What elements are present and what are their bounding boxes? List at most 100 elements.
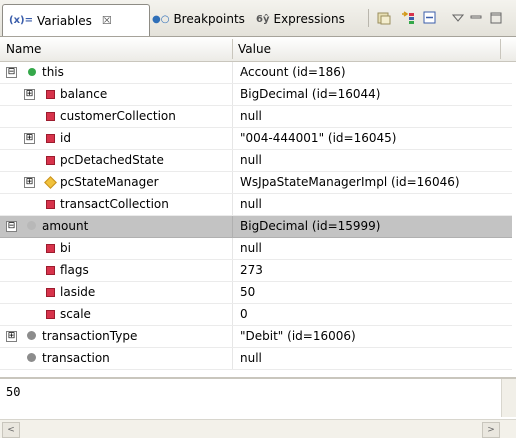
variable-value: null <box>240 241 262 255</box>
variable-name: amount <box>42 219 89 233</box>
detail-pane[interactable]: 50 <box>0 377 516 419</box>
variable-value: null <box>240 109 262 123</box>
column-divider[interactable] <box>232 39 233 59</box>
table-row[interactable]: ⊞ transactionType "Debit" (id=16006) <box>0 326 512 348</box>
column-header-name[interactable]: Name <box>6 42 41 56</box>
collapse-toggle-icon[interactable]: ⊟ <box>6 221 17 232</box>
variable-value: 273 <box>240 263 263 277</box>
expand-toggle-icon[interactable]: ⊞ <box>24 177 35 188</box>
collapse-toggle-icon[interactable]: ⊟ <box>6 67 17 78</box>
maximize-icon[interactable] <box>488 10 504 26</box>
variable-value: WsJpaStateManagerImpl (id=16046) <box>240 175 460 189</box>
local-variable-icon <box>27 331 36 340</box>
tab-breakpoints[interactable]: ●○ Breakpoints <box>152 4 245 34</box>
variable-name: this <box>42 65 64 79</box>
variable-name: transactCollection <box>60 197 169 211</box>
minimize-icon[interactable] <box>468 10 484 26</box>
horizontal-scrollbar[interactable]: < > <box>0 419 516 438</box>
table-row[interactable]: bi null <box>0 238 512 260</box>
tab-variables[interactable]: (x)= Variables ☒ <box>2 4 150 36</box>
variable-name: id <box>60 131 71 145</box>
variable-name: scale <box>60 307 91 321</box>
close-icon[interactable]: ☒ <box>102 14 112 27</box>
variable-name: flags <box>60 263 89 277</box>
expand-toggle-icon[interactable]: ⊞ <box>6 331 17 342</box>
variable-name: pcDetachedState <box>60 153 164 167</box>
table-row[interactable]: scale 0 <box>0 304 512 326</box>
column-divider <box>232 172 233 193</box>
variable-name: balance <box>60 87 108 101</box>
variable-name: pcStateManager <box>60 175 159 189</box>
table-row[interactable]: ⊞ id "004-444001" (id=16045) <box>0 128 512 150</box>
expressions-icon: 6ŷ <box>256 13 270 25</box>
collapse-all-icon[interactable] <box>422 10 438 26</box>
variable-name: transaction <box>42 351 110 365</box>
table-row-selected[interactable]: ⊟ amount BigDecimal (id=15999) <box>0 216 512 238</box>
field-icon <box>46 156 55 165</box>
field-icon <box>46 310 55 319</box>
column-divider <box>232 282 233 303</box>
variable-value: null <box>240 197 262 211</box>
expand-toggle-icon[interactable]: ⊞ <box>24 89 35 100</box>
variable-name: laside <box>60 285 96 299</box>
tab-expressions[interactable]: 6ŷ Expressions <box>256 4 345 34</box>
variable-value: 50 <box>240 285 256 299</box>
column-divider <box>232 62 233 83</box>
field-icon <box>46 288 55 297</box>
variable-value: Account (id=186) <box>240 65 346 79</box>
table-row[interactable]: transactCollection null <box>0 194 512 216</box>
scroll-left-arrow-icon[interactable]: < <box>2 422 20 438</box>
show-logical-structure-icon[interactable] <box>400 10 416 26</box>
breakpoints-icon: ●○ <box>152 13 170 25</box>
column-header-value[interactable]: Value <box>238 42 271 56</box>
detail-vertical-scrollbar[interactable] <box>501 379 516 417</box>
expand-toggle-icon[interactable]: ⊞ <box>24 133 35 144</box>
view-menu-icon[interactable] <box>450 10 466 26</box>
column-divider <box>232 106 233 127</box>
field-icon <box>46 90 55 99</box>
variable-value: "004-444001" (id=16045) <box>240 131 397 145</box>
variable-value: BigDecimal (id=16044) <box>240 87 381 101</box>
table-row[interactable]: transaction null <box>0 348 512 370</box>
column-divider[interactable] <box>500 39 501 59</box>
view-tab-bar: (x)= Variables ☒ ●○ Breakpoints 6ŷ Expre… <box>0 0 516 37</box>
show-type-names-icon[interactable] <box>376 10 392 26</box>
table-header: Name Value <box>0 37 516 62</box>
tab-breakpoints-label: Breakpoints <box>173 12 245 26</box>
column-divider <box>232 326 233 347</box>
variable-value: 0 <box>240 307 248 321</box>
variable-value: "Debit" (id=16006) <box>240 329 356 343</box>
column-divider <box>232 260 233 281</box>
column-divider <box>232 348 233 369</box>
this-object-icon <box>28 68 36 76</box>
protected-field-icon <box>44 176 57 189</box>
variable-name: bi <box>60 241 71 255</box>
local-variable-icon <box>27 353 36 362</box>
field-icon <box>46 112 55 121</box>
column-divider <box>232 216 233 237</box>
local-variable-icon <box>27 221 36 230</box>
detail-value-text[interactable]: 50 <box>6 385 20 399</box>
variables-icon: (x)= <box>9 15 33 26</box>
column-divider <box>232 194 233 215</box>
table-row[interactable]: ⊞ pcStateManager WsJpaStateManagerImpl (… <box>0 172 512 194</box>
table-row[interactable]: ⊞ balance BigDecimal (id=16044) <box>0 84 512 106</box>
toolbar-separator <box>368 9 369 27</box>
variable-name: transactionType <box>42 329 138 343</box>
variable-value: BigDecimal (id=15999) <box>240 219 381 233</box>
scroll-right-arrow-icon[interactable]: > <box>482 422 500 438</box>
field-icon <box>46 134 55 143</box>
variable-value: null <box>240 153 262 167</box>
table-row[interactable]: laside 50 <box>0 282 512 304</box>
field-icon <box>46 244 55 253</box>
column-divider <box>232 128 233 149</box>
table-row[interactable]: customerCollection null <box>0 106 512 128</box>
variable-value: null <box>240 351 262 365</box>
table-row[interactable]: flags 273 <box>0 260 512 282</box>
tab-variables-label: Variables <box>36 13 92 28</box>
column-divider <box>232 150 233 171</box>
table-row[interactable]: pcDetachedState null <box>0 150 512 172</box>
field-icon <box>46 266 55 275</box>
table-row[interactable]: ⊟ this Account (id=186) <box>0 62 512 84</box>
column-divider <box>232 304 233 325</box>
